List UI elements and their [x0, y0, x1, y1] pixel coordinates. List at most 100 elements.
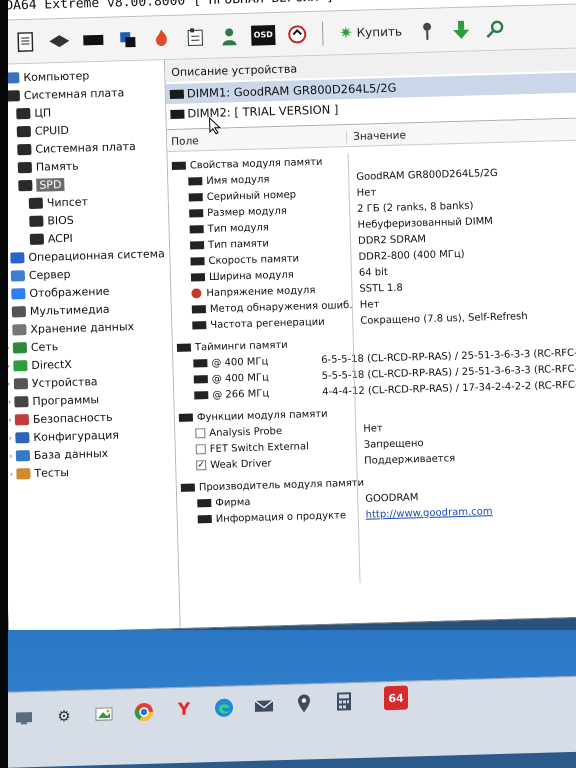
osd-icon[interactable]: OSD — [250, 22, 277, 49]
tree-item-label: Устройства — [31, 374, 98, 390]
property-field-label: Имя модуля — [206, 173, 270, 187]
user-icon[interactable] — [216, 22, 243, 49]
property-value: GoodRAM GR800D264L5/2G — [356, 167, 498, 183]
monitor-bezel-left — [0, 0, 8, 768]
tree-node-icon — [15, 449, 31, 461]
property-field-label: Ширина модуля — [208, 269, 294, 283]
property-field: @ 400 МГц — [173, 355, 313, 370]
memory-chip-icon — [190, 257, 205, 266]
search-icon[interactable] — [482, 15, 509, 42]
tree-item-label: Операционная система — [28, 246, 165, 264]
tree-item-label: Память — [35, 159, 79, 174]
tree-item-тесты[interactable]: › Тесты — [4, 460, 175, 483]
property-value: Запрещено — [363, 437, 424, 451]
property-field: @ 400 МГц — [174, 371, 314, 386]
property-field-label: Частота регенерации — [210, 316, 325, 331]
calculator-icon[interactable] — [332, 689, 356, 714]
mail-icon[interactable] — [252, 693, 276, 718]
column-value-header[interactable]: Значение — [347, 129, 406, 143]
voltage-icon — [191, 288, 202, 299]
tree-node-icon — [11, 287, 26, 300]
tree-item-label: Сеть — [30, 339, 59, 354]
pin-icon[interactable] — [414, 17, 441, 44]
fire-icon[interactable] — [148, 24, 175, 51]
list-icon[interactable] — [182, 23, 209, 50]
navigation-tree: ›Компьютер˅Системная платаЦПCPUIDСистемн… — [0, 60, 181, 633]
memory-chip-icon — [180, 483, 195, 492]
property-field-label: Напряжение модуля — [206, 284, 316, 299]
monitor-icon[interactable] — [12, 706, 36, 731]
content-panel: Описание устройства DIMM1: GoodRAM GR800… — [164, 48, 576, 628]
memory-chip-icon — [191, 305, 206, 314]
star-icon: ✷ — [338, 22, 353, 43]
flash-icon[interactable] — [114, 25, 141, 52]
tree-item-label: SPD — [36, 177, 65, 192]
tree-item-label: Программы — [32, 392, 100, 408]
tree-item-label: ACPI — [47, 231, 73, 245]
property-field-label: Тип модуля — [207, 221, 270, 235]
product-info-link[interactable]: http://www.goodram.com — [358, 506, 493, 521]
maps-icon[interactable] — [292, 691, 316, 716]
tree-node-icon — [13, 359, 28, 371]
memory-module-icon — [170, 109, 185, 119]
motherboard-icon[interactable] — [46, 27, 73, 54]
property-value: DDR2 SDRAM — [357, 233, 427, 247]
tree-item-label: BIOS — [47, 213, 74, 227]
tree-item-label: Чипсет — [46, 194, 89, 209]
memory-chip-icon — [171, 161, 186, 170]
memory-chip-icon — [194, 391, 209, 400]
tree-node-icon — [17, 161, 32, 173]
tree-item-label: Компьютер — [23, 68, 90, 84]
osd-label: OSD — [250, 24, 276, 46]
property-group-title: Функции модуля памяти — [196, 408, 328, 423]
property-value: 64 bit — [358, 266, 389, 279]
property-field-label: Метод обнаружения ошиб… — [209, 299, 352, 315]
edge-icon[interactable] — [212, 695, 236, 720]
property-value: Небуферизованный DIMM — [357, 215, 494, 231]
tree-node-icon — [11, 305, 27, 318]
tree-node-icon — [14, 413, 30, 425]
property-field-label: Информация о продукте — [215, 509, 347, 525]
property-value: GOODRAM — [365, 491, 419, 505]
download-icon[interactable] — [448, 16, 475, 43]
tree-node-icon — [29, 215, 44, 227]
chrome-icon[interactable] — [132, 700, 156, 725]
memory-chip-icon — [176, 343, 192, 352]
tree-item-label: Безопасность — [32, 410, 113, 426]
property-field-label: @ 266 МГц — [212, 387, 270, 401]
memory-chip-icon — [189, 209, 204, 218]
tree-item-label: Сервер — [28, 267, 71, 282]
property-field-label: Скорость памяти — [208, 252, 300, 267]
report-icon[interactable] — [12, 28, 39, 55]
column-field-header[interactable]: Поле — [167, 131, 348, 149]
tree-node-icon — [12, 341, 28, 353]
tree-node-icon — [28, 197, 43, 209]
photos-icon[interactable] — [92, 702, 116, 727]
tree-item-label: ЦП — [34, 105, 52, 120]
tree-item-label: Тесты — [34, 465, 70, 480]
memory-chip-icon — [193, 375, 208, 384]
gear-icon[interactable]: ⚙ — [52, 704, 76, 729]
tree-item-label: Конфигурация — [33, 428, 120, 444]
checkbox-unchecked-icon — [195, 428, 206, 439]
tree-item-label: База данных — [33, 446, 109, 462]
memory-icon[interactable] — [80, 26, 107, 53]
property-value: Нет — [363, 422, 383, 435]
property-field-label: Weak Driver — [210, 457, 272, 471]
tree-item-label: Системная плата — [35, 139, 136, 156]
aida64-icon[interactable]: 64 — [384, 685, 408, 711]
buy-button[interactable]: ✷ Купить — [335, 21, 406, 42]
taskbar: ⚙ Y 64 — [0, 675, 576, 768]
tools-icon[interactable] — [284, 21, 311, 48]
tree-node-icon — [16, 125, 31, 137]
aida64-window: DA64 Extreme v8.00.8000 [ ПРОБНАЯ ВЕРСИЯ… — [0, 0, 576, 634]
property-value: Нет — [359, 298, 380, 311]
property-value: 2 ГБ (2 ranks, 8 banks) — [356, 200, 474, 215]
tree-item-label: Мультимедиа — [29, 302, 110, 318]
property-value: Сокращено (7.8 us), Self-Refresh — [360, 310, 528, 327]
property-value: Поддерживается — [364, 452, 456, 467]
yandex-icon[interactable]: Y — [172, 698, 196, 723]
memory-chip-icon — [189, 241, 205, 250]
tree-node-icon — [10, 251, 25, 264]
tree-item-label: Отображение — [29, 284, 110, 300]
